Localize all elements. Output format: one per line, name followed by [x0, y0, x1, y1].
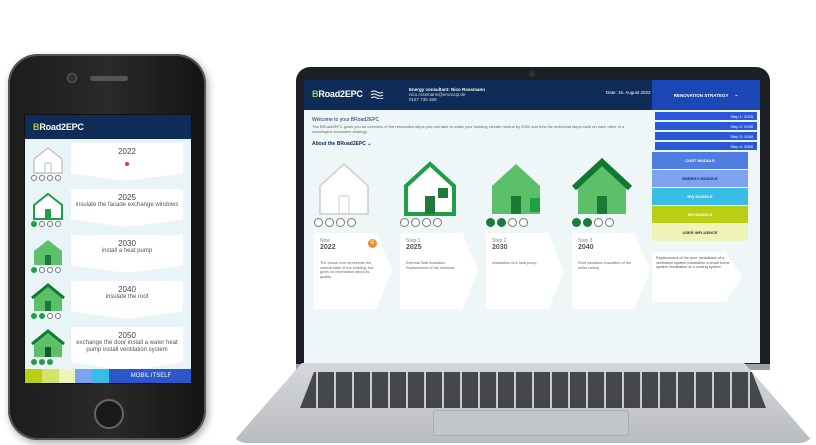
stage-step-2[interactable]: Step 2 2030 Installation of a heat pump	[486, 158, 566, 309]
laptop-screen: BRoad2EPC Energy consultant: Nico Rossma…	[304, 80, 760, 363]
house-heatpump-icon	[34, 240, 62, 265]
phone-step-year: 2025	[118, 193, 136, 202]
step-4-card: Replacement of the door Installation of …	[652, 252, 742, 302]
house-facade-icon	[33, 192, 63, 220]
phone-step-text: exchange the door install a water heat p…	[76, 340, 178, 353]
phone-home-button[interactable]	[94, 399, 124, 429]
stage-step-1[interactable]: Step 1 2025 External Wall insulation Rep…	[400, 158, 480, 309]
sidebar-step-4[interactable]: Step 4: 2050	[655, 142, 757, 150]
phone-camera	[68, 74, 76, 82]
phone-bottom-bar: MOBIL ITSELF	[25, 369, 191, 383]
app-logo: BRoad2EPC	[312, 89, 363, 99]
phone-step-2040[interactable]: 2040 insulate the roof	[29, 281, 189, 321]
indicator-dot	[125, 162, 129, 166]
smartphone: BRoad2EPC 2022 2025 insulate the facade e…	[8, 54, 206, 440]
user-influence-button[interactable]: USER INFLUENCE	[652, 224, 748, 241]
laptop-keyboard	[300, 372, 766, 408]
stage-card: Now 2022 G The house icon represents the…	[314, 233, 392, 309]
house-facade-icon	[404, 161, 456, 216]
phone-step-2022[interactable]: 2022	[29, 143, 189, 183]
phone-step-text: insulate the facade exchange windows	[75, 202, 179, 208]
phone-step-text: insulate the roof	[105, 294, 149, 300]
sri-module-button[interactable]: SRI MODULE	[652, 206, 748, 223]
renovation-strategy-button[interactable]: RENOVATION STRATEGY ⌄	[652, 80, 760, 110]
header-date: Date: 16. August 2022	[606, 90, 651, 95]
house-roof-icon	[31, 283, 65, 311]
phone-screen: BRoad2EPC 2022 2025 insulate the facade e…	[24, 114, 192, 384]
about-toggle[interactable]: About the BRoad2EPC ⌄	[312, 141, 371, 147]
consultant-info: Energy consultant: Nico Rossmann nico.ro…	[409, 87, 486, 102]
ieq-module-button[interactable]: IEQ MODULE	[652, 188, 748, 205]
phone-module-button[interactable]: MOBIL ITSELF	[108, 369, 191, 383]
house-complete-icon	[31, 329, 65, 357]
energy-class-badge: G	[368, 239, 377, 248]
energy-module-button[interactable]: ENERGY MODULE	[652, 170, 748, 187]
phone-step-year: 2050	[118, 331, 136, 340]
laptop-webcam	[529, 71, 535, 77]
house-roof-icon	[572, 158, 632, 214]
intro-text: The BRoad2EPC gives you an overview of t…	[312, 124, 625, 134]
stage-card: Step 2 2030 Installation of a heat pump	[486, 233, 564, 309]
phone-step-2050[interactable]: 2050 exchange the door install a water he…	[29, 327, 189, 371]
welcome-heading: Welcome to your BRoad2EPC	[312, 117, 380, 123]
cost-module-button[interactable]: COST MODULE	[652, 152, 748, 169]
sidebar-step-1[interactable]: Step 1: 2025	[655, 112, 757, 120]
sidebar-step-2[interactable]: Step 2: 2030	[655, 122, 757, 130]
phone-logo: BRoad2EPC	[33, 122, 84, 132]
sidebar-step-3[interactable]: Step 3: 2040	[655, 132, 757, 140]
laptop-trackpad[interactable]	[433, 410, 629, 436]
stage-card: Step 1 2025 External Wall insulation Rep…	[400, 233, 478, 309]
waves-icon	[370, 90, 384, 99]
house-heatpump-icon	[492, 164, 540, 214]
phone-step-year: 2030	[118, 239, 136, 248]
phone-step-text: install a heat pump	[101, 248, 153, 254]
chevron-down-icon: ⌄	[734, 92, 739, 97]
house-outline-icon	[319, 162, 369, 215]
phone-step-year: 2022	[118, 147, 136, 156]
phone-step-2025[interactable]: 2025 insulate the facade exchange windows	[29, 189, 189, 229]
main-content: Welcome to your BRoad2EPC The BRoad2EPC …	[304, 110, 652, 363]
stage-card: Step 3 2040 Roof insulation Insulation o…	[572, 233, 650, 309]
phone-step-2030[interactable]: 2030 install a heat pump	[29, 235, 189, 275]
chevron-down-icon: ⌄	[367, 141, 372, 147]
phone-speaker	[90, 76, 128, 81]
stage-now[interactable]: Now 2022 G The house icon represents the…	[314, 158, 394, 309]
house-outline-icon	[33, 147, 63, 174]
phone-step-year: 2040	[118, 285, 136, 294]
phone-app-header: BRoad2EPC	[25, 115, 191, 139]
stage-step-3[interactable]: Step 3 2040 Roof insulation Insulation o…	[572, 158, 652, 309]
renovation-sidebar: RENOVATION STRATEGY ⌄ Step 1: 2025 Step …	[652, 80, 760, 363]
